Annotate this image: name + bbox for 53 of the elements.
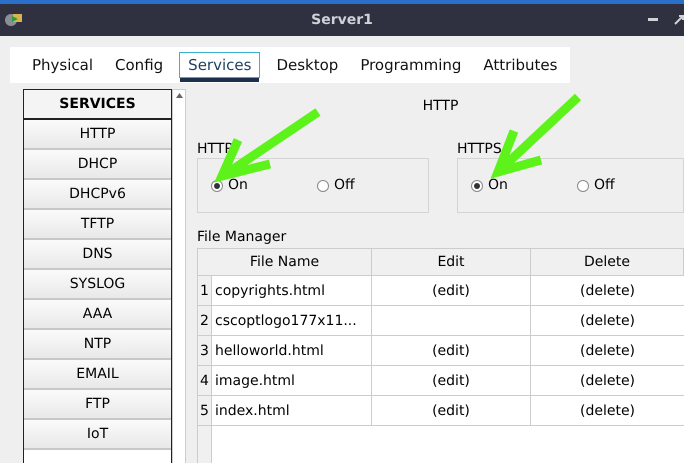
radio-label: Off — [334, 176, 355, 195]
service-button[interactable]: DHCP — [24, 150, 171, 180]
service-button[interactable]: DNS — [24, 240, 171, 270]
radio-button[interactable] — [471, 180, 483, 192]
scrollbar[interactable] — [172, 89, 186, 463]
column-header[interactable]: Edit — [372, 249, 531, 275]
column-header[interactable]: File Name — [198, 249, 372, 275]
service-button[interactable]: DHCPv6 — [24, 180, 171, 210]
delete-link[interactable]: (delete) — [531, 366, 684, 395]
section-label: File Manager — [197, 228, 288, 247]
table-cell: index.html — [212, 396, 372, 425]
delete-link[interactable]: (delete) — [531, 306, 684, 335]
tab[interactable]: Physical — [22, 54, 104, 76]
group-label: HTTPS — [457, 140, 503, 158]
row-number: 3 — [198, 336, 212, 365]
table-cell: image.html — [212, 366, 372, 395]
maximize-icon[interactable] — [674, 15, 684, 25]
scroll-up-icon[interactable] — [176, 93, 183, 98]
tab[interactable]: Config — [105, 54, 174, 76]
edit-link[interactable]: (edit) — [372, 396, 531, 425]
radio-label: On — [228, 176, 248, 195]
radio-button[interactable] — [317, 180, 329, 192]
row-number: 1 — [198, 276, 212, 305]
row-number: 5 — [198, 396, 212, 425]
delete-link[interactable]: (delete) — [531, 396, 684, 425]
tab[interactable]: Desktop — [266, 54, 348, 76]
tab[interactable]: Attributes — [473, 54, 568, 76]
service-button[interactable]: AAA — [24, 300, 171, 330]
tab[interactable]: Programming — [350, 54, 472, 76]
service-button[interactable]: TFTP — [24, 210, 171, 240]
delete-link[interactable]: (delete) — [531, 336, 684, 365]
edit-link[interactable]: (edit) — [372, 366, 531, 395]
window-title: Server1 — [311, 10, 373, 30]
service-button[interactable]: FTP — [24, 390, 171, 420]
table-cell: helloworld.html — [212, 336, 372, 365]
service-button[interactable]: NTP — [24, 330, 171, 360]
list-header: SERVICES — [24, 90, 171, 120]
edit-link[interactable]: (edit) — [372, 276, 531, 305]
column-header[interactable]: Delete — [531, 249, 684, 275]
radio-label: Off — [594, 176, 615, 195]
service-button[interactable]: HTTP — [24, 120, 171, 150]
table-cell: copyrights.html — [212, 276, 372, 305]
table-cell: cscoptlogo177x11... — [212, 306, 372, 335]
service-button[interactable]: EMAIL — [24, 360, 171, 390]
row-number: 2 — [198, 306, 212, 335]
service-button[interactable]: IoT — [24, 420, 171, 450]
row-number: 4 — [198, 366, 212, 395]
delete-link[interactable]: (delete) — [531, 276, 684, 305]
panel-title: HTTP — [422, 97, 460, 116]
edit-link[interactable]: (edit) — [372, 336, 531, 365]
radio-label: On — [488, 176, 508, 195]
radio-button[interactable] — [577, 180, 589, 192]
service-button[interactable]: SYSLOG — [24, 270, 171, 300]
